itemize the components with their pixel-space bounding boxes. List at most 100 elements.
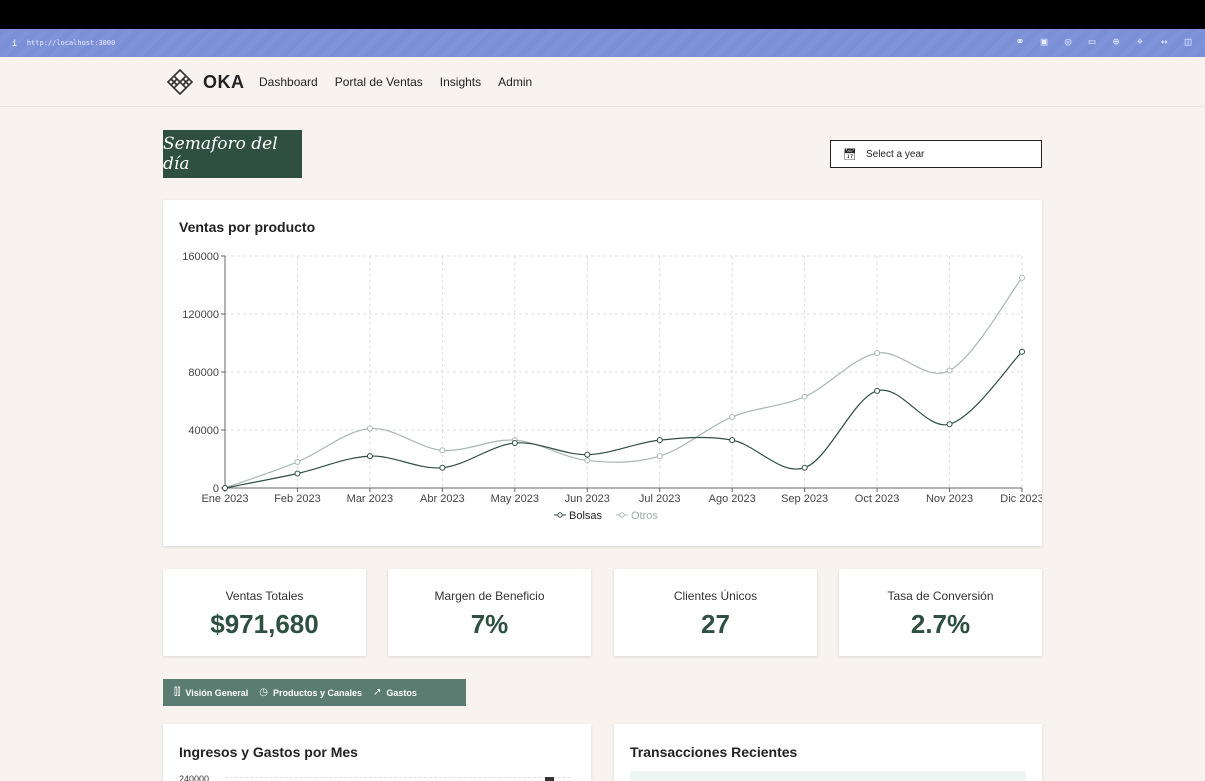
tab-vision-general[interactable]: ⫿⫿ Visión General [174,687,248,698]
kpi-label: Clientes Únicos [673,589,758,603]
x-tick-label: May 2023 [491,493,539,505]
dashboard-tabs: ⫿⫿ Visión General ◷ Productos y Canales … [163,679,466,706]
legend-label-otros: Otros [631,510,658,522]
legend-marker-bolsas [557,512,563,518]
data-point-bolsas [584,451,591,458]
y-tick-label: 40000 [188,425,219,437]
legend-marker-otros [619,512,625,518]
x-tick-label: Jun 2023 [565,493,610,505]
window-top-bar [0,0,1205,29]
data-point-otros [801,393,808,400]
card-title: Ingresos y Gastos por Mes [179,744,358,760]
brand-name: OKA [203,71,245,92]
nav-insights[interactable]: Insights [440,75,481,89]
kpi-label: Tasa de Conversión [887,589,994,603]
target-icon[interactable]: ⌖ [1133,35,1147,49]
x-tick-label: Ago 2023 [709,493,756,505]
kpi-value: 2.7% [910,609,971,639]
nav-portal-de-ventas[interactable]: Portal de Ventas [335,75,423,89]
sidebar-icon[interactable]: ◫ [1181,35,1195,49]
tab-label: Visión General [185,687,249,698]
x-tick-label: Jul 2023 [639,493,681,505]
calendar-icon: 📅︎ [843,148,857,161]
bar [545,777,554,781]
ingresos-gastos-card: Ingresos y Gastos por Mes 240000 [163,724,591,781]
data-point-otros [946,367,953,374]
kpi-value: 7% [470,609,509,639]
nav-admin[interactable]: Admin [498,75,532,89]
y-tick-label: 120000 [182,309,219,321]
sales-chart-card: Ventas por producto 0 40000 80000 120000 160… [163,200,1042,546]
data-point-bolsas [511,440,518,447]
browser-url-bar[interactable]: i http://localhost:3000 ⚭ ▣ ◎ ▭ ⊕ ⌖ ↔ ◫ [0,29,1205,57]
data-point-otros [366,425,373,432]
kpi-margen-de-beneficio: Margen de Beneficio 7% [388,569,591,656]
year-select-placeholder: Select a year [865,148,925,160]
top-navigation: OKA Dashboard Portal de Ventas Insights … [0,57,1205,107]
data-point-otros [1019,274,1025,281]
data-point-bolsas [656,437,663,444]
data-point-bolsas [439,464,446,471]
camera-icon[interactable]: ◎ [1061,35,1075,49]
clock-icon: ◷ [259,687,268,698]
x-tick-label: Mar 2023 [347,493,393,505]
grid-line [225,777,571,778]
semaforo-banner: Semaforo del día [163,130,302,178]
data-point-otros [294,458,301,465]
x-tick-label: Dic 2023 [1000,493,1042,505]
tab-label: Gastos [386,687,417,698]
nav-menu: Dashboard Portal de Ventas Insights Admi… [259,75,532,89]
kpi-value: 27 [701,609,730,639]
data-point-otros [729,413,736,420]
window-icon[interactable]: ▭ [1085,35,1099,49]
y-tick-label: 160000 [182,251,219,263]
data-point-bolsas [801,464,808,471]
data-point-bolsas [222,485,228,491]
data-point-otros [439,447,446,454]
data-point-bolsas [729,437,736,444]
y-tick-label: 80000 [188,367,219,379]
legend-label-bolsas: Bolsas [569,510,603,522]
code-icon[interactable]: ↔ [1157,35,1171,49]
kpi-ventas-totales: Ventas Totales $971,680 [163,569,366,656]
logo[interactable]: OKA [165,69,245,95]
x-tick-label: Ene 2023 [201,493,248,505]
browser-tools: ⚭ ▣ ◎ ▭ ⊕ ⌖ ↔ ◫ [1013,35,1195,49]
trending-icon: ↗ [373,687,382,698]
bar-chart-icon: ⫿⫿ [174,687,181,698]
kpi-label: Margen de Beneficio [434,589,545,603]
tab-gastos[interactable]: ↗ Gastos [373,687,417,698]
data-point-otros [656,453,663,460]
x-tick-label: Sep 2023 [781,493,828,505]
x-tick-label: Nov 2023 [926,493,973,505]
kpi-clientes-unicos: Clientes Únicos 27 [614,569,817,656]
tab-label: Productos y Canales [273,687,363,698]
data-point-bolsas [874,387,881,394]
table-row [630,771,1026,781]
oka-logo-icon [166,69,194,95]
kpi-label: Ventas Totales [225,589,304,603]
x-tick-label: Oct 2023 [855,493,900,505]
globe-icon[interactable]: ⊕ [1109,35,1123,49]
sales-line-chart: 04000080000120000160000Ene 2023 Feb 2023 M… [182,251,1042,522]
data-point-bolsas [294,470,301,477]
kpi-tasa-de-conversion: Tasa de Conversión 2.7% [839,569,1042,656]
y-tick-label: 240000 [179,774,210,781]
data-point-bolsas [1019,348,1025,355]
transacciones-card: Transacciones Recientes [614,724,1042,781]
data-point-otros [874,350,881,357]
url-text[interactable]: http://localhost:3000 [27,39,116,47]
screenshot-icon[interactable]: ▣ [1037,35,1051,49]
nav-dashboard[interactable]: Dashboard [259,75,318,89]
x-tick-label: Feb 2023 [274,493,320,505]
data-point-bolsas [946,421,953,428]
x-tick-label: Abr 2023 [420,493,465,505]
data-point-bolsas [366,453,373,460]
link-icon[interactable]: ⚭ [1013,35,1027,49]
kpi-value: $971,680 [210,609,319,639]
tab-productos-y-canales[interactable]: ◷ Productos y Canales [259,687,362,698]
info-icon[interactable]: i [12,39,17,48]
series-line-otros [224,277,1023,489]
year-select[interactable]: 📅︎ Select a year [830,140,1042,168]
card-title: Transacciones Recientes [630,744,798,760]
